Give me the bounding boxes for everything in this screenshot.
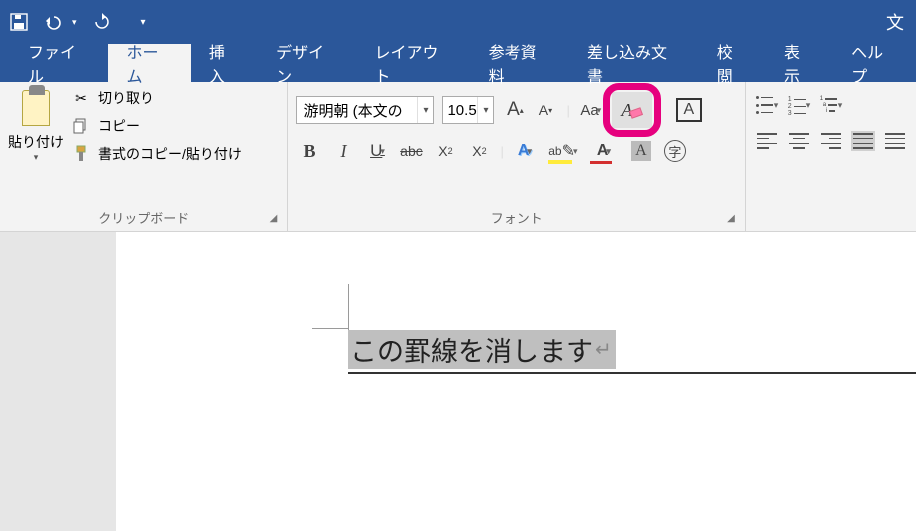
- selected-text[interactable]: この罫線を消します ↵: [348, 330, 616, 369]
- undo-dropdown[interactable]: ▾: [72, 17, 77, 28]
- scissors-icon: ✂: [72, 89, 90, 107]
- tab-review[interactable]: 校閲: [699, 44, 766, 82]
- ribbon-tabs: ファイル ホーム 挿入 デザイン レイアウト 参考資料 差し込み文書 校閲 表示…: [0, 44, 916, 82]
- clipboard-group-label: クリップボード: [98, 211, 189, 226]
- copy-button[interactable]: コピー: [72, 116, 242, 136]
- document-text-content: この罫線を消します: [350, 330, 593, 369]
- tab-view[interactable]: 表示: [766, 44, 833, 82]
- qat-customize[interactable]: ▾: [141, 17, 146, 28]
- cut-button[interactable]: ✂ 切り取り: [72, 88, 242, 108]
- align-left-button[interactable]: [754, 128, 780, 154]
- font-group-label: フォント: [491, 211, 543, 226]
- document-page[interactable]: この罫線を消します ↵: [116, 232, 916, 531]
- tab-home[interactable]: ホーム: [108, 44, 190, 82]
- clear-formatting-button[interactable]: A: [612, 92, 652, 128]
- font-name-dropdown-icon[interactable]: ▾: [417, 97, 433, 123]
- numbering-button[interactable]: 123 ▾: [786, 92, 812, 118]
- font-color-button[interactable]: A▾: [588, 138, 620, 164]
- font-name-combo[interactable]: 游明朝 (本文の ▾: [296, 96, 434, 124]
- bold-button[interactable]: B: [296, 138, 322, 164]
- paragraph-mark-icon: ↵: [595, 337, 612, 362]
- tab-insert[interactable]: 挿入: [191, 44, 258, 82]
- cut-label: 切り取り: [98, 88, 154, 108]
- paste-label: 貼り付け: [8, 132, 64, 152]
- bullets-button[interactable]: ▾: [754, 92, 780, 118]
- italic-button[interactable]: I: [330, 138, 356, 164]
- shrink-font-button[interactable]: A▾: [532, 97, 558, 123]
- clipboard-launcher-icon[interactable]: ◢: [267, 213, 279, 225]
- font-size-dropdown-icon[interactable]: ▾: [477, 97, 493, 123]
- format-painter-button[interactable]: 書式のコピー/貼り付け: [72, 144, 242, 164]
- redo-icon[interactable]: [91, 11, 113, 33]
- font-launcher-icon[interactable]: ◢: [725, 213, 737, 225]
- enclose-chars-button[interactable]: 字: [662, 138, 688, 164]
- brush-icon: [72, 145, 90, 163]
- tab-references[interactable]: 参考資料: [471, 44, 569, 82]
- page-margin-area: [0, 232, 116, 531]
- cursor-guide-vertical: [348, 284, 349, 330]
- copy-icon: [72, 117, 90, 135]
- undo-icon[interactable]: [44, 11, 66, 33]
- tab-design[interactable]: デザイン: [258, 44, 356, 82]
- cursor-guide-horizontal: [312, 328, 348, 329]
- text-effects-button[interactable]: A▾: [512, 138, 538, 164]
- superscript-button[interactable]: X2: [466, 138, 492, 164]
- tab-layout[interactable]: レイアウト: [357, 44, 471, 82]
- font-size-combo[interactable]: 10.5 ▾: [442, 96, 494, 124]
- align-right-button[interactable]: [818, 128, 844, 154]
- title-text: 文: [886, 9, 908, 35]
- tab-help[interactable]: ヘルプ: [833, 44, 916, 82]
- font-name-value: 游明朝 (本文の: [297, 100, 417, 121]
- distribute-button[interactable]: [882, 128, 908, 154]
- char-border-button[interactable]: A: [676, 97, 702, 123]
- subscript-button[interactable]: X2: [432, 138, 458, 164]
- save-icon[interactable]: [8, 11, 30, 33]
- change-case-button[interactable]: Aa▾: [578, 97, 604, 123]
- tab-mailings[interactable]: 差し込み文書: [569, 44, 699, 82]
- grow-font-button[interactable]: A▴: [502, 97, 528, 123]
- justify-button[interactable]: [850, 128, 876, 154]
- strikethrough-button[interactable]: abc: [398, 138, 424, 164]
- char-shading-button[interactable]: A: [628, 138, 654, 164]
- paste-button[interactable]: 貼り付け ▾: [8, 88, 64, 164]
- multilevel-list-button[interactable]: 1ai ▾: [818, 92, 844, 118]
- font-size-value: 10.5: [443, 102, 477, 119]
- format-painter-label: 書式のコピー/貼り付け: [98, 144, 242, 164]
- underline-button[interactable]: U▾: [364, 138, 390, 164]
- paragraph-bottom-border: [348, 372, 916, 374]
- clipboard-icon: [22, 90, 50, 126]
- copy-label: コピー: [98, 116, 140, 136]
- tab-file[interactable]: ファイル: [10, 44, 108, 82]
- highlight-color-button[interactable]: ab✎▾: [546, 138, 580, 164]
- align-center-button[interactable]: [786, 128, 812, 154]
